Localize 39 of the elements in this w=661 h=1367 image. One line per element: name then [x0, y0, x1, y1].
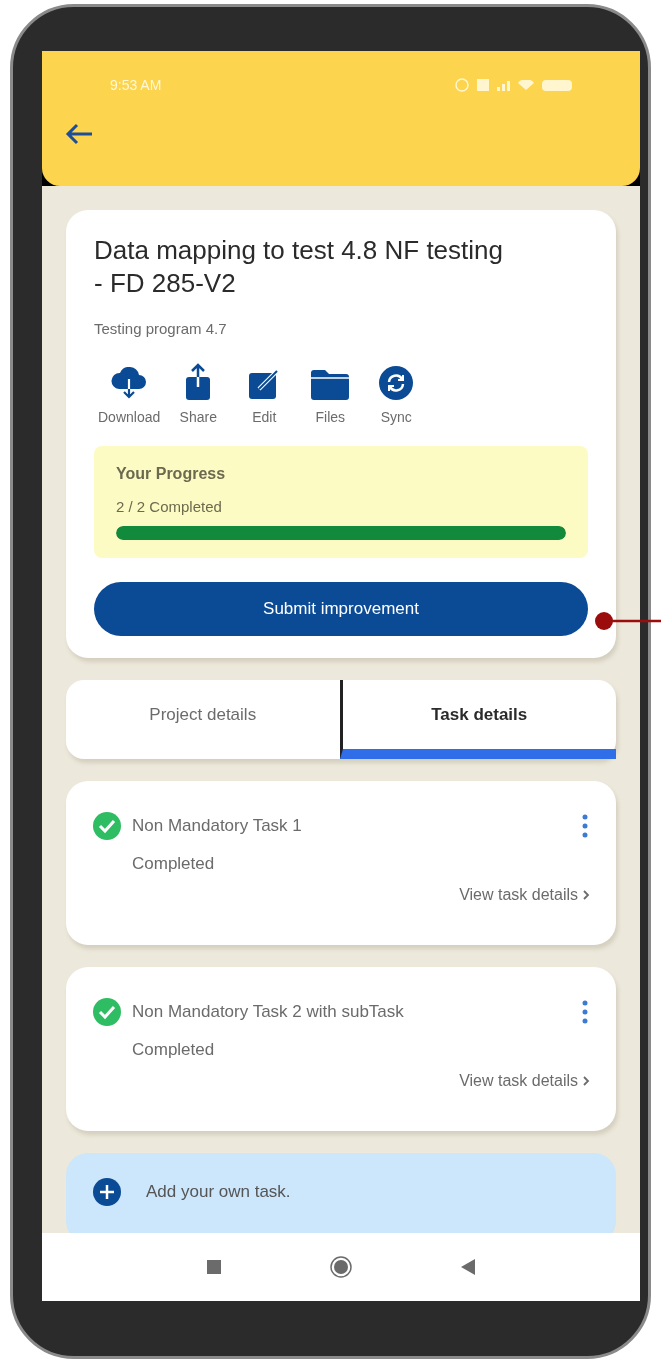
tab[interactable]: Project details — [66, 680, 340, 759]
action-button[interactable]: Download — [98, 360, 161, 428]
signal-icon — [497, 79, 510, 91]
back-arrow-icon — [64, 122, 94, 146]
submit-button[interactable]: Submit improvement — [94, 582, 588, 636]
task-status: Completed — [132, 853, 216, 875]
task-status: Completed — [132, 1039, 216, 1061]
wifi-icon — [518, 80, 534, 90]
status-time: 9:53 AM — [110, 75, 162, 95]
action-button[interactable]: Edit — [236, 360, 293, 428]
action-button[interactable]: Sync — [368, 360, 425, 428]
plus-circle-icon — [92, 1177, 122, 1207]
annotation-marker — [594, 611, 661, 631]
add-task-button[interactable]: Add your own task. — [66, 1153, 616, 1233]
triangle-back-icon[interactable] — [461, 1259, 476, 1275]
circle-icon[interactable] — [330, 1256, 352, 1278]
action-button[interactable]: Share — [170, 360, 227, 428]
square-icon[interactable] — [206, 1260, 221, 1274]
view-task-link[interactable]: View task details — [459, 1068, 590, 1093]
progress-title: Your Progress — [116, 463, 227, 484]
chevron-right-icon — [582, 888, 590, 901]
sync-icon — [378, 364, 415, 401]
cloud-download-icon — [110, 366, 149, 401]
task-name: Non Mandatory Task 1 — [132, 815, 303, 838]
more-menu-button[interactable] — [580, 814, 590, 838]
project-subtitle: Testing program 4.7 — [94, 319, 228, 339]
tab[interactable]: Task details — [339, 680, 616, 759]
action-button[interactable]: Files — [302, 360, 359, 428]
progress-reading: 2 / 2 Completed — [116, 496, 223, 517]
more-menu-button[interactable] — [580, 1000, 590, 1024]
project-title: Data mapping to test 4.8 NF testing - FD 285-V2 — [94, 234, 504, 300]
view-task-link[interactable]: View task details — [459, 882, 590, 907]
more-icon — [582, 814, 588, 838]
chevron-right-icon — [582, 1074, 590, 1087]
battery-icon — [542, 79, 572, 91]
alarm-icon — [455, 78, 469, 92]
sim-icon — [477, 79, 489, 91]
more-icon — [582, 1000, 588, 1024]
task-name: Non Mandatory Task 2 with subTask — [132, 1001, 405, 1024]
